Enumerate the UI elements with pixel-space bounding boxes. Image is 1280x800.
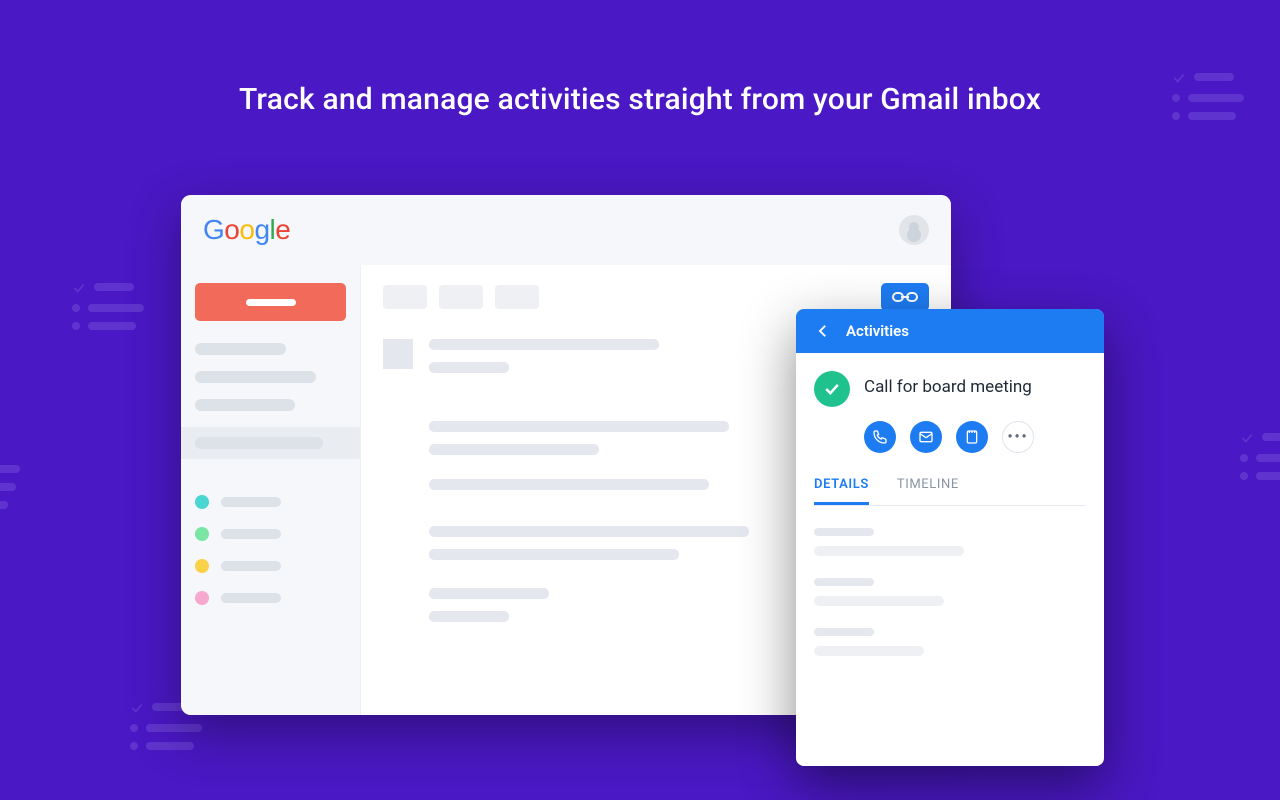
activity-actions: ••• <box>864 421 1086 453</box>
decorative-checklist <box>0 465 20 519</box>
detail-field <box>814 628 1086 656</box>
panel-tabs: DETAILS TIMELINE <box>814 477 1086 506</box>
gmail-header: Google <box>181 195 951 265</box>
label-item[interactable] <box>195 527 346 541</box>
detail-field <box>814 528 1086 556</box>
label-dot-icon <box>195 591 209 605</box>
google-logo: Google <box>203 214 290 246</box>
more-action[interactable]: ••• <box>1002 421 1034 453</box>
sender-avatar <box>383 339 413 369</box>
account-avatar[interactable] <box>899 215 929 245</box>
panel-header: Activities <box>796 309 1104 353</box>
notes-action[interactable] <box>956 421 988 453</box>
compose-button[interactable] <box>195 283 346 321</box>
decorative-checklist <box>1240 430 1280 490</box>
label-item[interactable] <box>195 495 346 509</box>
panel-title: Activities <box>846 322 909 340</box>
tab-timeline[interactable]: TIMELINE <box>897 477 959 505</box>
sidebar-item-active[interactable] <box>181 427 360 459</box>
back-button[interactable] <box>814 322 832 340</box>
label-item[interactable] <box>195 591 346 605</box>
chevron-left-icon <box>814 322 832 340</box>
mail-toolbar <box>383 283 929 311</box>
label-dot-icon <box>195 559 209 573</box>
activity-title: Call for board meeting <box>864 377 1032 397</box>
activities-panel: Activities Call for board meeting ••• DE… <box>796 309 1104 766</box>
detail-field <box>814 578 1086 606</box>
toolbar-button[interactable] <box>439 285 483 309</box>
mail-icon <box>918 429 934 445</box>
extension-badge[interactable] <box>881 283 929 311</box>
page-headline: Track and manage activities straight fro… <box>0 82 1280 117</box>
link-chain-icon <box>892 289 918 305</box>
sidebar-item[interactable] <box>195 371 316 383</box>
more-icon: ••• <box>1007 430 1028 444</box>
phone-action[interactable] <box>864 421 896 453</box>
label-item[interactable] <box>195 559 346 573</box>
toolbar-button[interactable] <box>495 285 539 309</box>
status-check-icon[interactable] <box>814 371 850 407</box>
label-dot-icon <box>195 495 209 509</box>
sidebar-item[interactable] <box>195 399 295 411</box>
sidebar-item[interactable] <box>195 343 286 355</box>
toolbar-button[interactable] <box>383 285 427 309</box>
tab-details[interactable]: DETAILS <box>814 477 869 505</box>
label-list <box>195 495 346 605</box>
notes-icon <box>964 429 980 445</box>
mail-action[interactable] <box>910 421 942 453</box>
decorative-checklist <box>72 280 144 340</box>
label-dot-icon <box>195 527 209 541</box>
phone-icon <box>872 429 888 445</box>
activity-header: Call for board meeting <box>814 371 1086 407</box>
gmail-sidebar <box>181 265 361 715</box>
